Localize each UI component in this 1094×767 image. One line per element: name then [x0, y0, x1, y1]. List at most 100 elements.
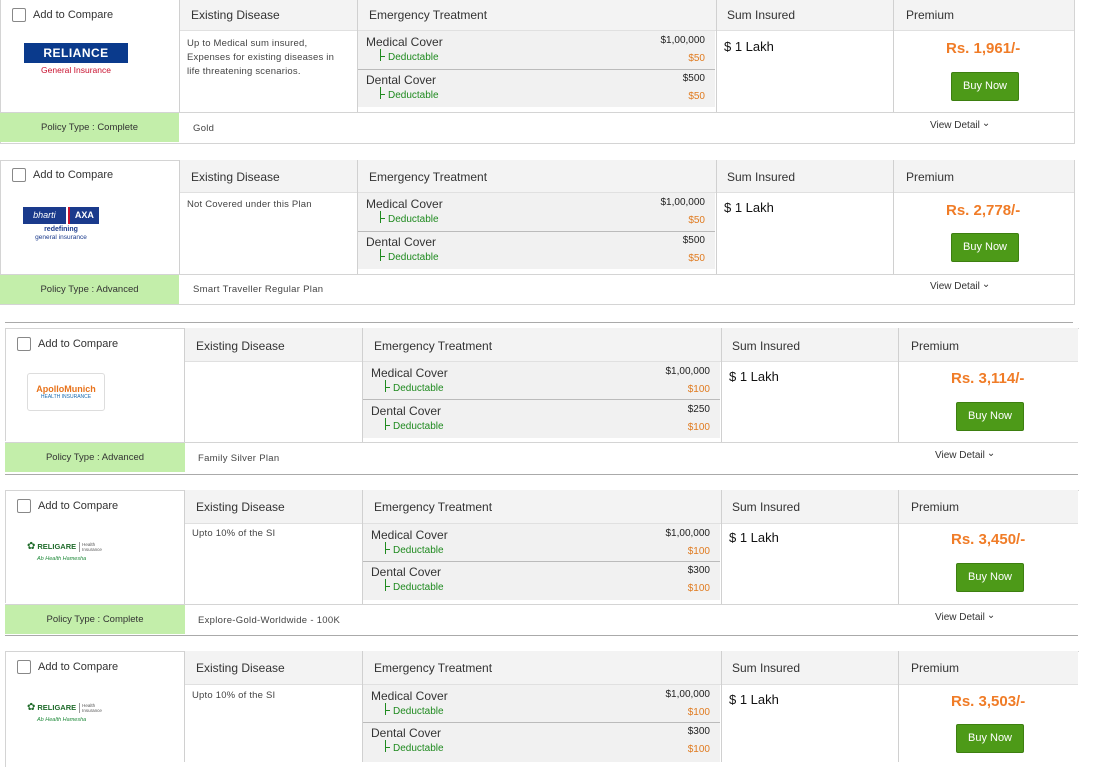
- deductable-label: Deductable: [385, 579, 444, 593]
- dental-deductible-amount: $50: [688, 91, 705, 102]
- emergency-treatment-block: Medical Cover $1,00,000 Deductable $50 D…: [358, 31, 715, 107]
- add-to-compare[interactable]: Add to Compare: [12, 168, 113, 182]
- divider: [721, 490, 722, 604]
- section-divider: [5, 635, 1078, 636]
- dental-cover-row: Dental Cover $300 Deductable $100: [363, 722, 720, 758]
- deductable-label: Deductable: [385, 740, 444, 754]
- header-premium: Premium: [906, 170, 955, 184]
- header-sum-insured: Sum Insured: [727, 170, 796, 184]
- dental-deductible-amount: $100: [687, 744, 710, 755]
- buy-now-button[interactable]: Buy Now: [956, 402, 1024, 431]
- apollo-munich-logo: ApolloMunich HEALTH INSURANCE: [27, 373, 105, 411]
- logo-text-axa: AXA: [67, 207, 99, 224]
- divider: [721, 651, 722, 762]
- medical-cover-label: Medical Cover: [371, 528, 448, 542]
- header-emergency-treatment: Emergency Treatment: [374, 500, 493, 514]
- divider: [716, 160, 717, 274]
- dental-deductible-amount: $100: [687, 583, 710, 594]
- header-premium: Premium: [906, 8, 955, 22]
- compare-checkbox[interactable]: [12, 8, 26, 22]
- deductable-label: Deductable: [385, 418, 444, 432]
- compare-checkbox[interactable]: [17, 337, 31, 351]
- sum-insured-value: $ 1 Lakh: [729, 530, 779, 545]
- compare-checkbox[interactable]: [17, 499, 31, 513]
- premium-price: Rs. 1,961/-: [946, 40, 1021, 57]
- premium-price: Rs. 2,778/-: [946, 202, 1021, 219]
- medical-cover-amount: $1,00,000: [660, 35, 706, 46]
- religare-leaf-icon: ✿: [27, 702, 36, 713]
- medical-cover-row: Medical Cover $1,00,000 Deductable $100: [363, 362, 720, 398]
- deductable-label: Deductable: [380, 87, 439, 101]
- header-existing-disease: Existing Disease: [191, 8, 280, 22]
- medical-deductible-amount: $100: [687, 546, 710, 557]
- header-sum-insured: Sum Insured: [727, 8, 796, 22]
- compare-label: Add to Compare: [33, 169, 114, 181]
- view-detail-link[interactable]: View Detail: [935, 450, 995, 461]
- medical-cover-amount: $1,00,000: [660, 197, 706, 208]
- logo-text: RELIGARE: [37, 542, 77, 551]
- logo-subtext: Health Insurance: [79, 541, 106, 552]
- medical-cover-row: Medical Cover $1,00,000 Deductable $100: [363, 685, 720, 721]
- policy-card: Existing Disease Emergency Treatment Sum…: [5, 490, 1094, 636]
- compare-label: Add to Compare: [38, 500, 119, 512]
- medical-cover-amount: $1,00,000: [665, 689, 711, 700]
- divider: [893, 0, 894, 112]
- medical-deductible-amount: $50: [688, 215, 705, 226]
- logo-subtext: HEALTH INSURANCE: [40, 394, 92, 400]
- divider: [184, 490, 185, 604]
- dental-cover-label: Dental Cover: [366, 235, 437, 249]
- add-to-compare[interactable]: Add to Compare: [17, 660, 118, 674]
- header-emergency-treatment: Emergency Treatment: [369, 170, 488, 184]
- plan-name: Explore-Gold-Worldwide - 100K: [198, 615, 341, 626]
- deductable-label: Deductable: [380, 249, 439, 263]
- view-detail-link[interactable]: View Detail: [930, 120, 990, 131]
- add-to-compare[interactable]: Add to Compare: [17, 337, 118, 351]
- policy-type-badge: Policy Type : Complete: [0, 113, 179, 142]
- logo-tagline: Ab Health Hamesha: [37, 717, 87, 723]
- medical-cover-row: Medical Cover $1,00,000 Deductable $50: [358, 31, 715, 67]
- view-detail-link[interactable]: View Detail: [930, 281, 990, 292]
- divider: [184, 651, 185, 762]
- existing-disease-text: Up to Medical sum insured, Expenses for …: [187, 38, 335, 77]
- dental-cover-label: Dental Cover: [371, 404, 442, 418]
- deductable-label: Deductable: [380, 49, 439, 63]
- premium-price: Rs. 3,503/-: [951, 693, 1026, 710]
- buy-now-button[interactable]: Buy Now: [956, 724, 1024, 753]
- header-emergency-treatment: Emergency Treatment: [369, 8, 488, 22]
- compare-checkbox[interactable]: [17, 660, 31, 674]
- view-detail-link[interactable]: View Detail: [935, 612, 995, 623]
- reliance-logo: RELIANCE General Insurance: [24, 43, 128, 81]
- compare-label: Add to Compare: [38, 661, 119, 673]
- divider: [893, 160, 894, 274]
- compare-label: Add to Compare: [33, 9, 114, 21]
- medical-deductible-amount: $100: [687, 707, 710, 718]
- plan-name: Gold: [193, 123, 215, 134]
- divider: [184, 328, 185, 443]
- dental-cover-row: Dental Cover $300 Deductable $100: [363, 561, 720, 597]
- dental-deductible-amount: $50: [688, 253, 705, 264]
- deductable-label: Deductable: [385, 542, 444, 556]
- deductable-label: Deductable: [385, 380, 444, 394]
- header-existing-disease: Existing Disease: [196, 661, 285, 675]
- header-emergency-treatment: Emergency Treatment: [374, 339, 493, 353]
- medical-deductible-amount: $50: [688, 53, 705, 64]
- logo-tagline: redefining: [44, 226, 78, 233]
- policy-card: Existing Disease Emergency Treatment Sum…: [0, 0, 1094, 145]
- deductable-label: Deductable: [385, 703, 444, 717]
- buy-now-button[interactable]: Buy Now: [956, 563, 1024, 592]
- logo-subtext: Health Insurance: [79, 702, 106, 713]
- compare-checkbox[interactable]: [12, 168, 26, 182]
- sum-insured-value: $ 1 Lakh: [724, 200, 774, 215]
- bharti-axa-logo: bharti AXA redefining general insurance: [23, 207, 99, 241]
- buy-now-button[interactable]: Buy Now: [951, 233, 1019, 262]
- divider: [179, 0, 180, 112]
- add-to-compare[interactable]: Add to Compare: [12, 8, 113, 22]
- header-premium: Premium: [911, 339, 960, 353]
- emergency-treatment-block: Medical Cover $1,00,000 Deductable $100 …: [363, 362, 720, 438]
- header-existing-disease: Existing Disease: [196, 500, 285, 514]
- table-header: Existing Disease Emergency Treatment Sum…: [184, 651, 1078, 685]
- policy-type-badge: Policy Type : Advanced: [0, 275, 179, 304]
- buy-now-button[interactable]: Buy Now: [951, 72, 1019, 101]
- add-to-compare[interactable]: Add to Compare: [17, 499, 118, 513]
- header-premium: Premium: [911, 661, 960, 675]
